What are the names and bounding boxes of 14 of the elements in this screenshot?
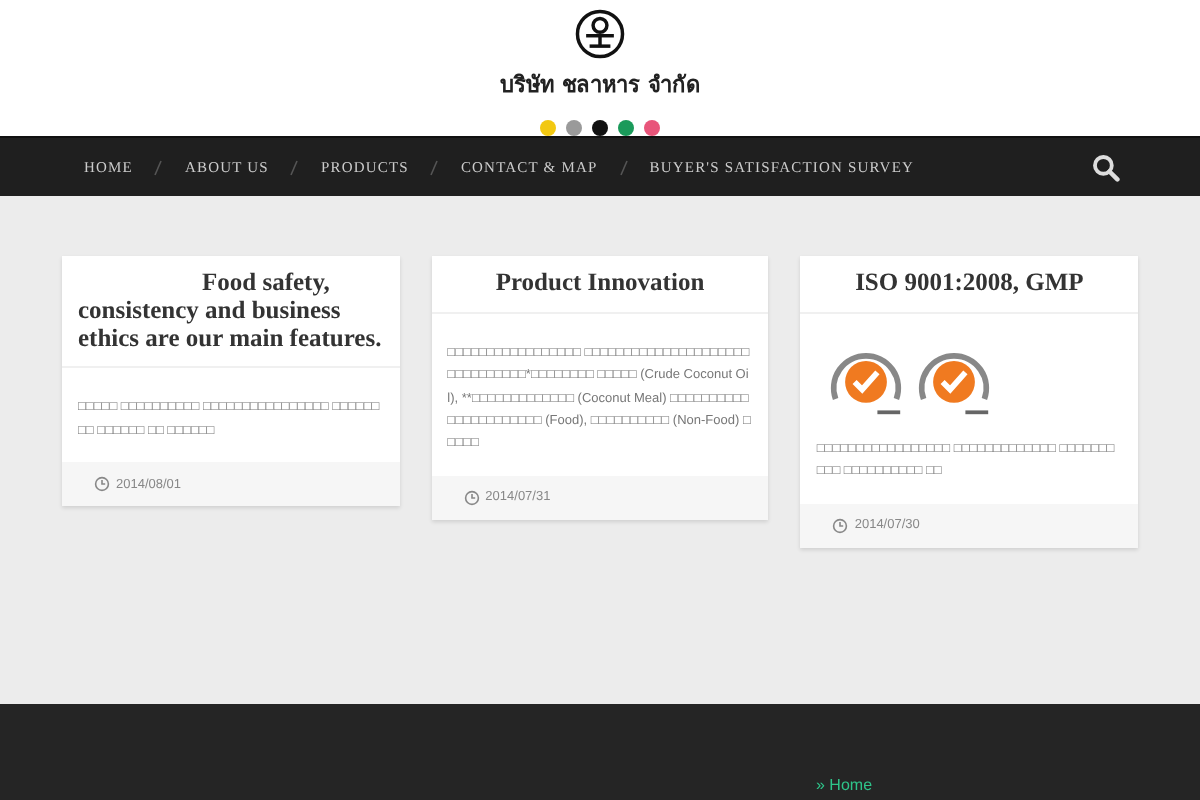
slash-divider [430, 159, 439, 175]
footer-link[interactable]: » Home [816, 776, 873, 794]
post-title[interactable]: Food safety, consistency and business ethics are our main features. [62, 256, 400, 369]
post-title[interactable]: Product Innovation [431, 256, 769, 314]
logo-icon [574, 8, 626, 60]
clock-icon [94, 476, 110, 492]
slash-divider [290, 159, 299, 175]
search-icon[interactable] [1092, 153, 1120, 181]
slash-divider [619, 159, 628, 175]
post-title[interactable]: ISO 9001:2008, GMP [800, 256, 1139, 314]
slash-divider [154, 159, 163, 175]
clock-icon [832, 517, 849, 533]
company-name: บริษัท ชลาหาร จำกัด [500, 70, 700, 102]
clock-icon [463, 489, 480, 506]
